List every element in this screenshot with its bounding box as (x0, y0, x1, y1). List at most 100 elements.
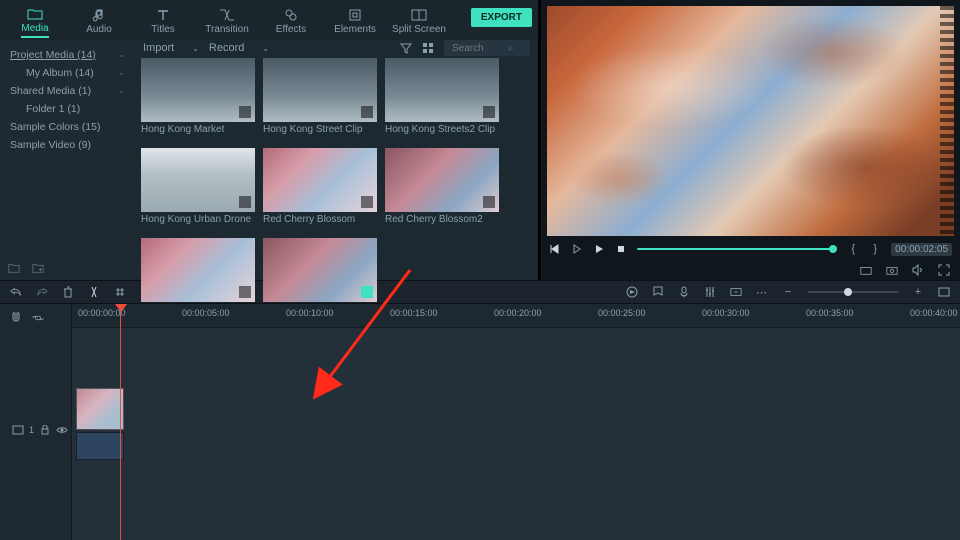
thumbnail-image[interactable] (141, 238, 255, 302)
mark-out-icon[interactable]: } (869, 243, 881, 255)
crop-button[interactable] (114, 286, 126, 298)
search-input[interactable]: ⌕ (444, 40, 530, 56)
marker-icon[interactable] (652, 286, 664, 298)
tab-audio[interactable]: Audio (72, 4, 126, 40)
undo-button[interactable] (10, 286, 22, 298)
tab-label: Elements (334, 24, 376, 37)
render-icon[interactable] (626, 286, 638, 298)
stop-button[interactable] (615, 243, 627, 255)
chevron-down-icon: ⌄ (118, 84, 125, 98)
volume-icon[interactable] (912, 264, 924, 276)
folder-icon (27, 7, 43, 21)
voiceover-icon[interactable] (678, 286, 690, 298)
record-dropdown[interactable]: Record ⌄ (209, 42, 269, 54)
tab-titles[interactable]: Titles (136, 4, 190, 40)
play-button[interactable] (593, 243, 605, 255)
redo-button[interactable] (36, 286, 48, 298)
ruler-tick: 00:00:30:00 (702, 308, 750, 318)
zoom-fit-button[interactable] (938, 286, 950, 298)
video-clip[interactable] (76, 388, 124, 430)
import-dropdown[interactable]: Import ⌄ (143, 42, 199, 54)
thumbnail-image[interactable] (263, 58, 377, 122)
preview-tools (541, 262, 960, 280)
tab-media[interactable]: Media (8, 4, 62, 40)
eye-icon[interactable] (56, 424, 68, 436)
thumbnail-image[interactable] (141, 148, 255, 212)
thumbnail-caption: Hong Kong Market (141, 124, 255, 135)
ruler-tick: 00:00:25:00 (598, 308, 646, 318)
filter-icon[interactable] (400, 42, 412, 54)
tab-label: Split Screen (392, 24, 446, 37)
split-button[interactable] (88, 286, 100, 298)
thumbnail-caption: Hong Kong Street Clip (263, 124, 377, 135)
sidebar-item-label: Shared Media (1) (10, 85, 91, 97)
media-thumbnail[interactable]: Red Cherry Blossom (263, 148, 377, 234)
magnet-icon[interactable] (10, 312, 22, 324)
thumbnail-image[interactable] (263, 148, 377, 212)
mark-in-icon[interactable]: { (847, 243, 859, 255)
ruler-tick: 00:00:35:00 (806, 308, 854, 318)
media-thumbnail[interactable]: Hong Kong Streets2 Clip (385, 58, 499, 144)
tab-transition[interactable]: Transition (200, 4, 254, 40)
thumbnail-image[interactable] (141, 58, 255, 122)
sidebar-item-label: My Album (14) (26, 67, 94, 79)
track-area[interactable] (72, 328, 960, 540)
zoom-in-button[interactable]: + (912, 286, 924, 298)
timeline-ruler[interactable]: 00:00:00:0000:00:05:0000:00:10:0000:00:1… (72, 304, 960, 328)
media-thumbnail[interactable]: Hong Kong Street Clip (263, 58, 377, 144)
fullscreen-icon[interactable] (938, 264, 950, 276)
timeline-body[interactable]: 00:00:00:0000:00:05:0000:00:10:0000:00:1… (72, 304, 960, 540)
thumbnail-caption: Red Cherry Blossom (263, 214, 377, 225)
chevron-down-icon: ⌄ (118, 66, 125, 80)
preview-video[interactable] (547, 6, 954, 236)
media-library: Import ⌄ Record ⌄ ⌕ Hong Kong Mark (135, 40, 538, 280)
step-back-button[interactable] (571, 243, 583, 255)
thumbnail-image[interactable] (385, 148, 499, 212)
more-icon[interactable]: ⋯ (756, 286, 768, 298)
grid-view-icon[interactable] (422, 42, 434, 54)
tab-split-screen[interactable]: Split Screen (392, 4, 446, 40)
preview-panel: { } 00:00:02:05 (538, 0, 960, 280)
delete-button[interactable] (62, 286, 74, 298)
tab-label: Effects (276, 24, 306, 37)
zoom-slider[interactable] (808, 291, 898, 293)
sidebar-item-label: Folder 1 (1) (26, 103, 80, 115)
tab-label: Transition (205, 24, 249, 37)
tab-elements[interactable]: Elements (328, 4, 382, 40)
snapshot-icon[interactable] (886, 264, 898, 276)
thumbnail-caption: Red Cherry Blossom2 (385, 214, 499, 225)
quality-icon[interactable] (860, 264, 872, 276)
playhead[interactable] (120, 304, 121, 540)
audio-clip[interactable] (76, 432, 124, 460)
check-icon (361, 286, 373, 298)
sidebar-item-label: Project Media (14) (10, 49, 96, 61)
search-field[interactable] (450, 42, 508, 55)
timeline-track-header: 1 (0, 304, 72, 540)
sidebar-item-project-media[interactable]: Project Media (14) ⌄ (4, 46, 131, 64)
keyframe-icon[interactable] (730, 286, 742, 298)
tab-effects[interactable]: Effects (264, 4, 318, 40)
thumbnail-grid: Hong Kong Market Hong Kong Street Clip Hon… (135, 56, 538, 326)
thumbnail-image[interactable] (263, 238, 377, 302)
sidebar-item-sample-video[interactable]: Sample Video (9) (4, 136, 131, 154)
thumbnail-image[interactable] (385, 58, 499, 122)
elements-icon (347, 8, 363, 22)
sidebar-item-folder1[interactable]: Folder 1 (1) (4, 100, 131, 118)
media-thumbnail[interactable]: Red Cherry Blossom2 (385, 148, 499, 234)
sidebar-item-my-album[interactable]: My Album (14) ⌄ (4, 64, 131, 82)
export-button[interactable]: EXPORT (471, 8, 532, 27)
media-thumbnail[interactable]: Hong Kong Urban Drone (141, 148, 255, 234)
playback-progress[interactable] (637, 248, 837, 250)
media-thumbnail[interactable]: Hong Kong Market (141, 58, 255, 144)
prev-frame-button[interactable] (549, 243, 561, 255)
new-folder-icon[interactable] (8, 262, 20, 274)
sidebar-item-shared-media[interactable]: Shared Media (1) ⌄ (4, 82, 131, 100)
sidebar-item-sample-colors[interactable]: Sample Colors (15) (4, 118, 131, 136)
mixer-icon[interactable] (704, 286, 716, 298)
lock-icon[interactable] (39, 424, 51, 436)
link-icon[interactable] (32, 312, 44, 324)
ruler-tick: 00:00:05:00 (182, 308, 230, 318)
zoom-out-button[interactable]: − (782, 286, 794, 298)
new-folder-plus-icon[interactable] (32, 262, 44, 274)
chevron-down-icon: ⌄ (118, 48, 125, 62)
